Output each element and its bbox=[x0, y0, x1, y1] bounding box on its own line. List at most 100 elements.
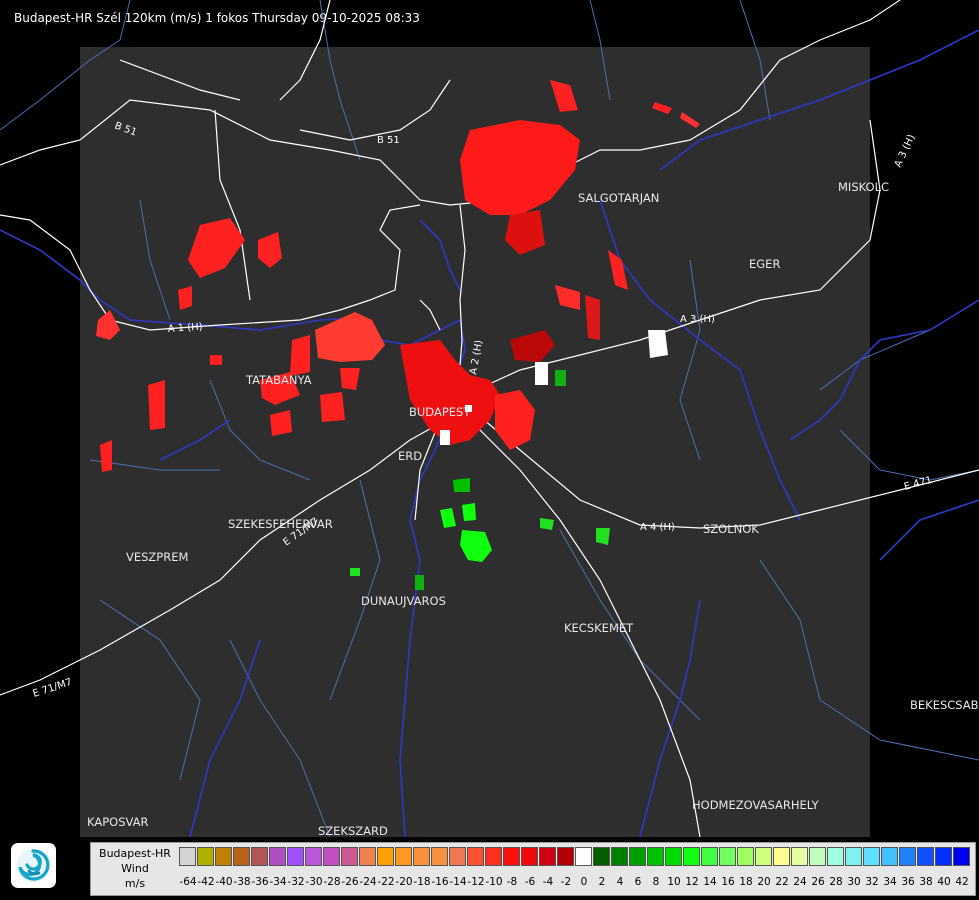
legend-swatch bbox=[431, 847, 448, 866]
legend-tick-label: 36 bbox=[901, 876, 915, 888]
color-legend: Budapest-HR Wind m/s -64 -42 -40 -38 -36 -34-… bbox=[90, 842, 976, 896]
city-label: KECSKEMET bbox=[564, 621, 634, 635]
city-label: SZOLNOK bbox=[703, 522, 759, 536]
legend-swatch bbox=[179, 847, 196, 866]
legend-swatch bbox=[377, 847, 394, 866]
legend-swatch bbox=[935, 847, 952, 866]
legend-swatch bbox=[323, 847, 340, 866]
road-label: A 3 (H) bbox=[893, 133, 918, 169]
legend-tick-label: 16 bbox=[721, 876, 735, 888]
legend-swatch bbox=[269, 847, 286, 866]
legend-swatch bbox=[719, 847, 736, 866]
legend-tick-label: -42 bbox=[197, 876, 215, 888]
road-label: E 471 bbox=[903, 475, 933, 493]
legend-swatch bbox=[899, 847, 916, 866]
city-label: VESZPREM bbox=[126, 550, 188, 564]
legend-ticks: -64 -42 -40 -38 -36 -34 -32 -30 -28 -26 -24 -22 -20-… bbox=[179, 876, 971, 892]
legend-label: Budapest-HR Wind m/s bbox=[91, 843, 179, 895]
legend-swatch bbox=[539, 847, 556, 866]
legend-tick-label: -22 bbox=[377, 876, 395, 888]
legend-swatches bbox=[179, 847, 971, 867]
legend-swatch bbox=[197, 847, 214, 866]
legend-swatch bbox=[305, 847, 322, 866]
legend-tick-label: 8 bbox=[652, 876, 660, 888]
legend-swatch bbox=[557, 847, 574, 866]
legend-swatch bbox=[251, 847, 268, 866]
legend-tick-label: 26 bbox=[811, 876, 825, 888]
legend-tick-label: 2 bbox=[598, 876, 606, 888]
legend-tick-label: -30 bbox=[305, 876, 323, 888]
legend-tick-label: -12 bbox=[467, 876, 485, 888]
legend-swatch bbox=[215, 847, 232, 866]
service-logo bbox=[11, 843, 56, 888]
road-label: B 51 bbox=[377, 135, 400, 146]
legend-tick-label: -2 bbox=[560, 876, 572, 888]
swirl-logo-icon bbox=[16, 848, 51, 883]
legend-tick-label: -26 bbox=[341, 876, 359, 888]
legend-tick-label: 38 bbox=[919, 876, 933, 888]
legend-swatch bbox=[629, 847, 646, 866]
legend-tick-label: 6 bbox=[634, 876, 642, 888]
legend-swatch bbox=[827, 847, 844, 866]
legend-label-line: Budapest-HR bbox=[99, 847, 171, 860]
legend-swatch bbox=[917, 847, 934, 866]
legend-swatch bbox=[593, 847, 610, 866]
city-label: EGER bbox=[749, 257, 780, 271]
city-label: SZEKSZARD bbox=[318, 824, 388, 838]
city-label: BUDAPEST bbox=[409, 405, 471, 419]
legend-tick-label: -14 bbox=[449, 876, 467, 888]
legend-swatch bbox=[791, 847, 808, 866]
legend-tick-label: -28 bbox=[323, 876, 341, 888]
legend-tick-label: -20 bbox=[395, 876, 413, 888]
road-label: A 4 (H) bbox=[640, 522, 675, 533]
legend-swatch bbox=[287, 847, 304, 866]
legend-tick-label: 42 bbox=[955, 876, 969, 888]
legend-tick-label: -8 bbox=[506, 876, 518, 888]
legend-tick-label: -32 bbox=[287, 876, 305, 888]
city-label: TATABANYA bbox=[245, 373, 312, 387]
legend-swatch bbox=[647, 847, 664, 866]
legend-tick-label: 12 bbox=[685, 876, 699, 888]
legend-swatch bbox=[755, 847, 772, 866]
legend-swatch bbox=[701, 847, 718, 866]
city-label: ERD bbox=[398, 449, 422, 463]
legend-tick-label: -24 bbox=[359, 876, 377, 888]
legend-tick-label: -10 bbox=[485, 876, 503, 888]
legend-tick-label: 32 bbox=[865, 876, 879, 888]
legend-tick-label: -34 bbox=[269, 876, 287, 888]
legend-swatch bbox=[413, 847, 430, 866]
legend-swatch bbox=[575, 847, 592, 866]
legend-tick-label: 40 bbox=[937, 876, 951, 888]
legend-tick-label: -40 bbox=[215, 876, 233, 888]
legend-swatch bbox=[395, 847, 412, 866]
legend-swatch bbox=[881, 847, 898, 866]
legend-swatch bbox=[503, 847, 520, 866]
legend-swatch bbox=[665, 847, 682, 866]
legend-tick-label: 28 bbox=[829, 876, 843, 888]
legend-swatch bbox=[467, 847, 484, 866]
legend-swatch bbox=[737, 847, 754, 866]
legend-swatch bbox=[611, 847, 628, 866]
legend-tick-label: 22 bbox=[775, 876, 789, 888]
legend-tick-label: -18 bbox=[413, 876, 431, 888]
legend-tick-label: -6 bbox=[524, 876, 536, 888]
city-label: DUNAUJVAROS bbox=[361, 594, 446, 608]
city-label: MISKOLC bbox=[838, 180, 889, 194]
legend-tick-label: -36 bbox=[251, 876, 269, 888]
legend-swatch bbox=[359, 847, 376, 866]
city-label: SALGOTARJAN bbox=[578, 191, 659, 205]
legend-swatch bbox=[773, 847, 790, 866]
legend-swatch bbox=[341, 847, 358, 866]
legend-swatch bbox=[485, 847, 502, 866]
legend-label-line: Wind bbox=[121, 862, 149, 875]
legend-swatch bbox=[233, 847, 250, 866]
legend-tick-label: 4 bbox=[616, 876, 624, 888]
legend-tick-label: -16 bbox=[431, 876, 449, 888]
legend-label-line: m/s bbox=[124, 877, 146, 890]
legend-swatch bbox=[521, 847, 538, 866]
legend-swatch bbox=[953, 847, 970, 866]
city-label: BEKESCSABA bbox=[910, 698, 979, 712]
legend-tick-label: -64 bbox=[179, 876, 197, 888]
legend-swatch bbox=[449, 847, 466, 866]
radar-map: SALGOTARJAN MISKOLC EGER TATABANYA BUDAP… bbox=[0, 0, 979, 838]
